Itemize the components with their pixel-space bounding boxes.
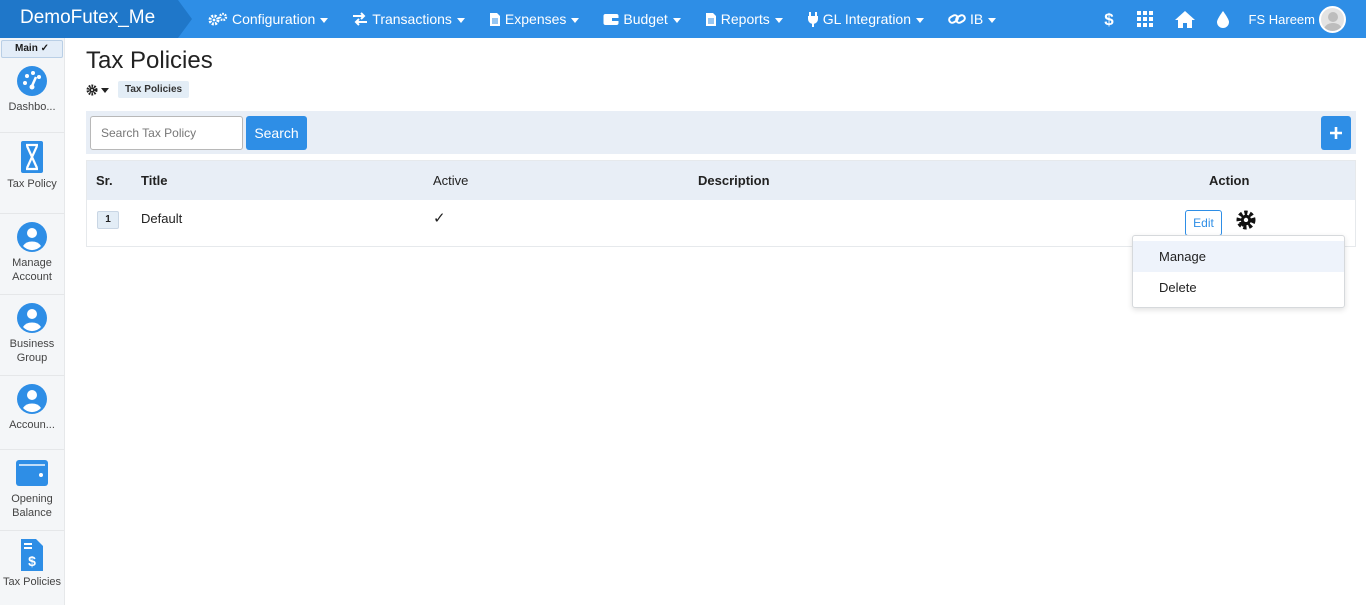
nav-transactions[interactable]: Transactions	[352, 11, 465, 27]
user-menu[interactable]: FS Hareem	[1248, 5, 1346, 33]
column-header-description: Description	[698, 173, 770, 188]
main-menu: Configuration Transactions Expenses Budg…	[208, 0, 1020, 38]
nav-expenses-label: Expenses	[504, 11, 567, 27]
nav-transactions-label: Transactions	[372, 11, 452, 27]
sidebar-item-label: Opening Balance	[11, 493, 53, 519]
chevron-down-icon	[456, 17, 465, 23]
grid-icon[interactable]	[1136, 11, 1153, 27]
header-actions: $ FS Hareem	[1081, 0, 1346, 38]
breadcrumb: Tax Policies	[86, 81, 190, 98]
menu-item-manage[interactable]: Manage	[1133, 241, 1344, 272]
invoice-dollar-icon: $	[21, 539, 43, 571]
column-header-action: Action	[1209, 173, 1250, 188]
nav-gl-integration[interactable]: GL Integration	[807, 11, 925, 27]
sidebar-item-label: Business Group	[9, 338, 55, 364]
user-name: FS Hareem	[1248, 11, 1315, 27]
wallet-icon	[16, 460, 48, 486]
row-actions-menu: Manage Delete	[1132, 235, 1345, 308]
column-header-active: Active	[433, 173, 469, 188]
home-icon[interactable]	[1174, 10, 1195, 28]
sidebar-item-label: Tax Policy	[7, 178, 57, 190]
gear-icon	[1236, 210, 1256, 230]
search-input[interactable]	[90, 116, 243, 150]
row-number: 1	[97, 211, 119, 229]
chevron-down-icon	[916, 17, 925, 23]
top-navbar: DemoFutex_Me Configuration Transactions …	[0, 0, 1366, 38]
sidebar-item-business-group[interactable]: Business Group	[0, 295, 64, 376]
breadcrumb-item[interactable]: Tax Policies	[118, 81, 190, 98]
page-title: Tax Policies	[86, 47, 213, 74]
user-circle-icon	[17, 384, 47, 414]
row-actions-toggle[interactable]	[1236, 210, 1256, 230]
edit-button[interactable]: Edit	[1185, 210, 1222, 236]
nav-configuration[interactable]: Configuration	[208, 11, 329, 27]
row-title: Default	[141, 211, 183, 226]
nav-expenses[interactable]: Expenses	[489, 11, 580, 27]
user-circle-icon	[17, 222, 47, 252]
tax-policies-table: Sr. Title Active Description Action 1 De…	[86, 160, 1356, 247]
chevron-down-icon	[672, 17, 681, 23]
svg-text:$: $	[1104, 10, 1114, 28]
sidebar-item-label: Dashbo...	[8, 101, 56, 113]
plus-icon	[1330, 127, 1342, 139]
nav-ib[interactable]: IB	[948, 11, 997, 27]
dashboard-icon	[17, 66, 47, 96]
sidebar: Main ✓ Dashbo... Tax Policy Manage Accou…	[0, 38, 65, 605]
nav-ib-label: IB	[970, 11, 984, 27]
sidebar-item-tax-policies[interactable]: $ Tax Policies	[0, 531, 64, 611]
hourglass-icon	[21, 141, 43, 173]
sidebar-item-label: Accoun...	[9, 419, 55, 431]
nav-budget-label: Budget	[623, 11, 668, 27]
sidebar-item-opening-balance[interactable]: Opening Balance	[0, 450, 64, 531]
chevron-down-icon	[988, 17, 997, 23]
sidebar-main-tab[interactable]: Main ✓	[1, 40, 63, 58]
table-header: Sr. Title Active Description Action	[87, 161, 1355, 200]
avatar	[1319, 5, 1346, 33]
document-icon	[489, 12, 500, 26]
sidebar-item-accounts[interactable]: Accoun...	[0, 376, 64, 450]
chevron-down-icon	[774, 17, 783, 23]
svg-text:$: $	[28, 553, 36, 569]
search-toolbar: Search	[86, 111, 1356, 154]
dollar-icon[interactable]: $	[1103, 10, 1115, 28]
document-icon	[705, 12, 716, 26]
sidebar-item-manage-account[interactable]: Manage Account	[0, 214, 64, 295]
nav-configuration-label: Configuration	[232, 11, 316, 27]
cogs-icon	[208, 12, 228, 26]
search-button[interactable]: Search	[246, 116, 307, 150]
sidebar-item-tax-policy[interactable]: Tax Policy	[0, 133, 64, 214]
sidebar-item-label: Manage Account	[12, 257, 52, 283]
check-icon: ✓	[433, 210, 446, 227]
chevron-down-icon	[320, 17, 329, 23]
nav-gl-integration-label: GL Integration	[822, 11, 912, 27]
exchange-icon	[353, 12, 368, 26]
sidebar-item-dashboard[interactable]: Dashbo...	[0, 58, 64, 133]
chevron-down-icon	[571, 17, 580, 23]
gear-icon	[86, 84, 98, 95]
drop-icon[interactable]	[1216, 10, 1229, 28]
nav-budget[interactable]: Budget	[603, 11, 681, 27]
user-circle-icon	[17, 303, 47, 333]
brand-name[interactable]: DemoFutex_Me	[0, 0, 192, 38]
menu-item-delete[interactable]: Delete	[1133, 272, 1344, 303]
breadcrumb-settings[interactable]	[86, 84, 109, 96]
sidebar-item-label: Tax Policies	[2, 576, 62, 588]
column-header-title: Title	[141, 173, 168, 188]
chevron-down-icon	[1239, 221, 1247, 227]
nav-reports[interactable]: Reports	[705, 11, 783, 27]
column-header-sr: Sr.	[96, 173, 113, 188]
link-icon	[948, 14, 966, 24]
add-button[interactable]	[1321, 116, 1351, 150]
nav-reports-label: Reports	[720, 11, 770, 27]
plug-icon	[807, 11, 818, 27]
chevron-down-icon	[101, 88, 109, 93]
wallet-icon	[603, 13, 620, 25]
